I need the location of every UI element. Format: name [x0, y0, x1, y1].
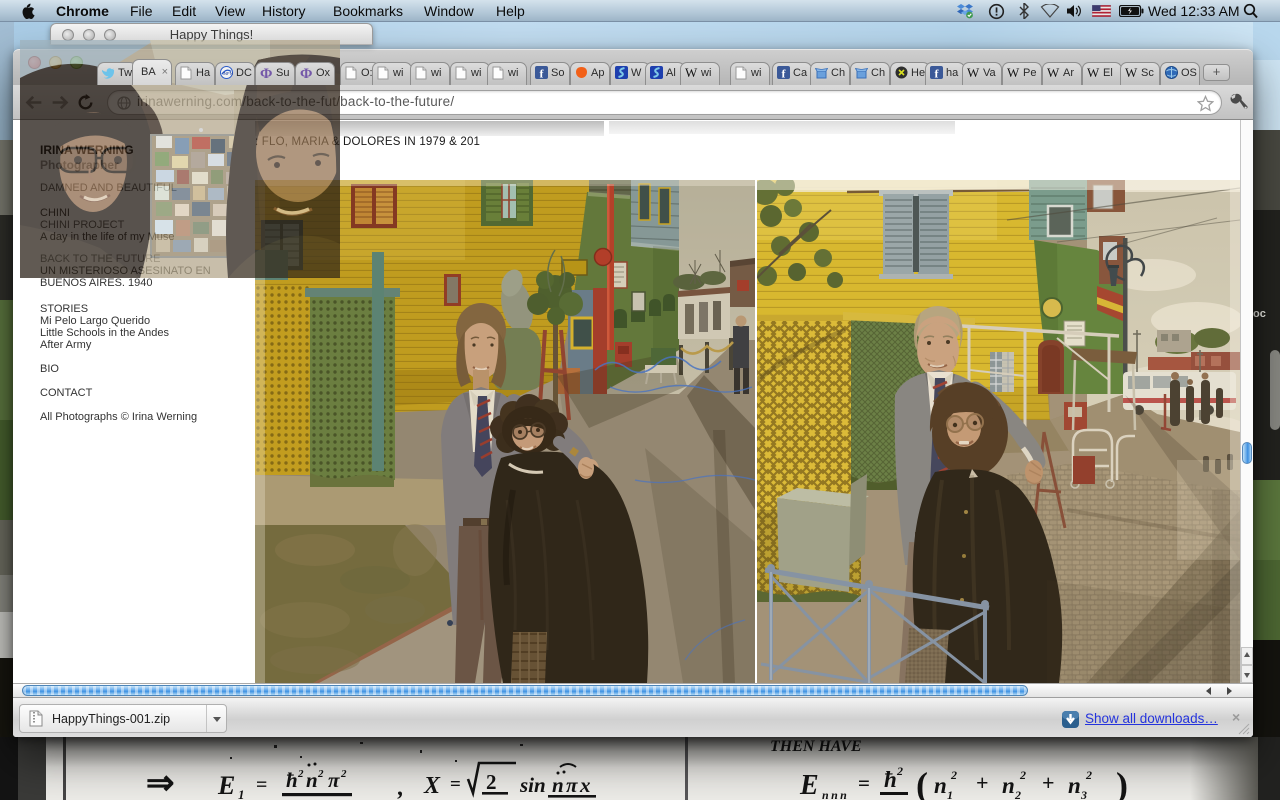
svg-text:1: 1: [238, 787, 245, 800]
svg-text:W: W: [967, 66, 980, 79]
svg-text:THEN HAVE: THEN HAVE: [770, 738, 862, 755]
svg-text:n: n: [306, 768, 318, 792]
svg-text:+: +: [976, 770, 989, 795]
svg-text:n n n: n n n: [822, 788, 847, 800]
svg-text:(: (: [916, 765, 928, 800]
svg-text:X: X: [423, 773, 441, 799]
svg-text:n: n: [552, 773, 564, 797]
svg-text:2: 2: [317, 768, 324, 780]
svg-text:2: 2: [950, 768, 957, 782]
svg-text:2: 2: [340, 768, 347, 780]
svg-text:⇒: ⇒: [146, 765, 175, 800]
svg-text:π: π: [566, 773, 578, 797]
svg-text:W: W: [1125, 66, 1138, 79]
svg-text:+: +: [1042, 770, 1055, 795]
svg-text:sin: sin: [519, 773, 546, 797]
svg-text:π: π: [328, 768, 340, 792]
svg-text:x: x: [579, 773, 591, 797]
svg-text:E: E: [217, 771, 235, 800]
svg-text:,: ,: [397, 775, 404, 800]
svg-text:=: =: [450, 774, 461, 795]
svg-text:E: E: [799, 770, 819, 800]
svg-text:Φ: Φ: [260, 66, 272, 80]
svg-text:W: W: [685, 66, 698, 79]
svg-text:ħ: ħ: [286, 768, 298, 792]
svg-text:Φ: Φ: [300, 66, 312, 80]
svg-text:W: W: [1047, 66, 1060, 79]
svg-text:n: n: [934, 773, 947, 798]
svg-text:INFN: INFN: [223, 71, 234, 76]
svg-text:): ): [1116, 765, 1128, 800]
svg-text:n: n: [1002, 773, 1015, 798]
svg-text:2: 2: [896, 764, 903, 778]
svg-text:W: W: [1007, 66, 1020, 79]
svg-text:W: W: [1087, 66, 1100, 79]
svg-text:2: 2: [1014, 788, 1021, 800]
svg-text:3: 3: [1080, 788, 1087, 800]
svg-text:2: 2: [297, 768, 304, 780]
svg-text:=: =: [858, 771, 870, 795]
svg-text:2: 2: [486, 770, 497, 794]
svg-text:=: =: [256, 774, 267, 796]
svg-text:1: 1: [947, 788, 953, 800]
svg-text:2: 2: [1085, 768, 1092, 782]
svg-text:ħ: ħ: [884, 767, 897, 792]
svg-text:2: 2: [1019, 768, 1026, 782]
svg-text:n: n: [1068, 773, 1081, 798]
